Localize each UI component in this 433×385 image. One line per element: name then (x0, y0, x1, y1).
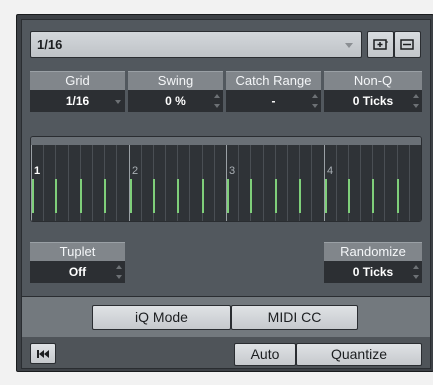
tuplet-value: Off (68, 265, 87, 279)
grid-line (360, 145, 361, 221)
add-preset-icon (373, 39, 388, 50)
catch-range-param: Catch Range - (226, 71, 321, 115)
beat-number: 1 (34, 165, 41, 177)
iq-mode-label: iQ Mode (135, 309, 188, 325)
catch-range-label: Catch Range (226, 71, 321, 90)
skip-back-icon (37, 350, 49, 358)
quantize-grid-tick (397, 179, 399, 213)
quantize-panel-inner: 1/16 Grid 1/16 Swing 0 % Catch Range - N… (21, 19, 431, 369)
quantize-button[interactable]: Quantize (296, 343, 422, 366)
quantize-grid-tick (325, 179, 327, 213)
preset-value: 1/16 (37, 37, 63, 52)
grid-line (92, 145, 93, 221)
tuplet-param: Tuplet Off (30, 242, 125, 286)
chevron-down-icon (115, 100, 121, 104)
auto-button[interactable]: Auto (234, 343, 296, 366)
non-q-param: Non-Q 0 Ticks (324, 71, 422, 115)
beat-number: 4 (327, 165, 334, 177)
beat-number: 3 (229, 165, 236, 177)
grid-line (43, 145, 44, 221)
grid-line (384, 145, 385, 221)
quantize-panel: 1/16 Grid 1/16 Swing 0 % Catch Range - N… (16, 14, 433, 372)
quantize-label: Quantize (330, 346, 388, 362)
stepper-icon[interactable] (312, 94, 318, 108)
grid-display-area: 1 2 3 4 (31, 145, 421, 221)
stepper-icon[interactable] (413, 94, 419, 108)
stepper-icon[interactable] (214, 94, 220, 108)
mode-bar: iQ Mode MIDI CC (22, 296, 430, 337)
iq-mode-button[interactable]: iQ Mode (92, 305, 231, 330)
grid-line (116, 145, 117, 221)
quantize-grid-tick (130, 179, 132, 213)
quantize-grid-tick (153, 179, 155, 213)
quantize-grid-tick (299, 179, 301, 213)
quantize-grid-display: 1 2 3 4 (30, 136, 422, 222)
grid-line (263, 145, 264, 221)
swing-value: 0 % (165, 94, 186, 108)
preset-list-button[interactable] (394, 31, 421, 58)
quantize-grid-tick (372, 179, 374, 213)
quantize-grid-tick (227, 179, 229, 213)
swing-value-field[interactable]: 0 % (128, 90, 223, 112)
non-q-value-field[interactable]: 0 Ticks (324, 90, 422, 112)
quantize-grid-tick (80, 179, 82, 213)
add-preset-button[interactable] (367, 31, 394, 58)
midi-cc-label: MIDI CC (267, 309, 322, 325)
quantize-grid-tick (250, 179, 252, 213)
grid-line (165, 145, 166, 221)
non-q-label: Non-Q (324, 71, 422, 90)
randomize-value: 0 Ticks (352, 265, 394, 279)
grid-line (287, 145, 288, 221)
reset-button[interactable] (30, 343, 56, 364)
grid-line (311, 145, 312, 221)
grid-line (238, 145, 239, 221)
auto-label: Auto (250, 346, 280, 362)
grid-line (141, 145, 142, 221)
stepper-icon[interactable] (116, 265, 122, 279)
quantize-grid-tick (104, 179, 106, 213)
quantize-grid-tick (55, 179, 57, 213)
grid-param: Grid 1/16 (30, 71, 125, 115)
non-q-value: 0 Ticks (352, 94, 394, 108)
chevron-down-icon (345, 43, 353, 48)
tuplet-value-field[interactable]: Off (30, 261, 125, 283)
preset-list-icon (400, 39, 414, 50)
randomize-label: Randomize (324, 242, 422, 261)
grid-value: 1/16 (65, 94, 90, 108)
catch-range-value: - (271, 94, 276, 108)
catch-range-value-field[interactable]: - (226, 90, 321, 112)
grid-value-field[interactable]: 1/16 (30, 90, 125, 112)
grid-line (189, 145, 190, 221)
stepper-icon[interactable] (413, 265, 419, 279)
footer-bar: Auto Quantize (22, 337, 430, 368)
grid-line (336, 145, 337, 221)
midi-cc-button[interactable]: MIDI CC (231, 305, 358, 330)
quantize-grid-tick (32, 179, 34, 213)
grid-line (409, 145, 410, 221)
swing-param: Swing 0 % (128, 71, 223, 115)
grid-line (68, 145, 69, 221)
quantize-grid-tick (275, 179, 277, 213)
swing-label: Swing (128, 71, 223, 90)
beat-number: 2 (132, 165, 139, 177)
randomize-value-field[interactable]: 0 Ticks (324, 261, 422, 283)
tuplet-label: Tuplet (30, 242, 125, 261)
preset-selector[interactable]: 1/16 (30, 31, 362, 58)
grid-label: Grid (30, 71, 125, 90)
quantize-grid-tick (177, 179, 179, 213)
grid-display-header (31, 137, 421, 145)
grid-line (214, 145, 215, 221)
quantize-grid-tick (202, 179, 204, 213)
quantize-grid-tick (348, 179, 350, 213)
randomize-param: Randomize 0 Ticks (324, 242, 422, 286)
